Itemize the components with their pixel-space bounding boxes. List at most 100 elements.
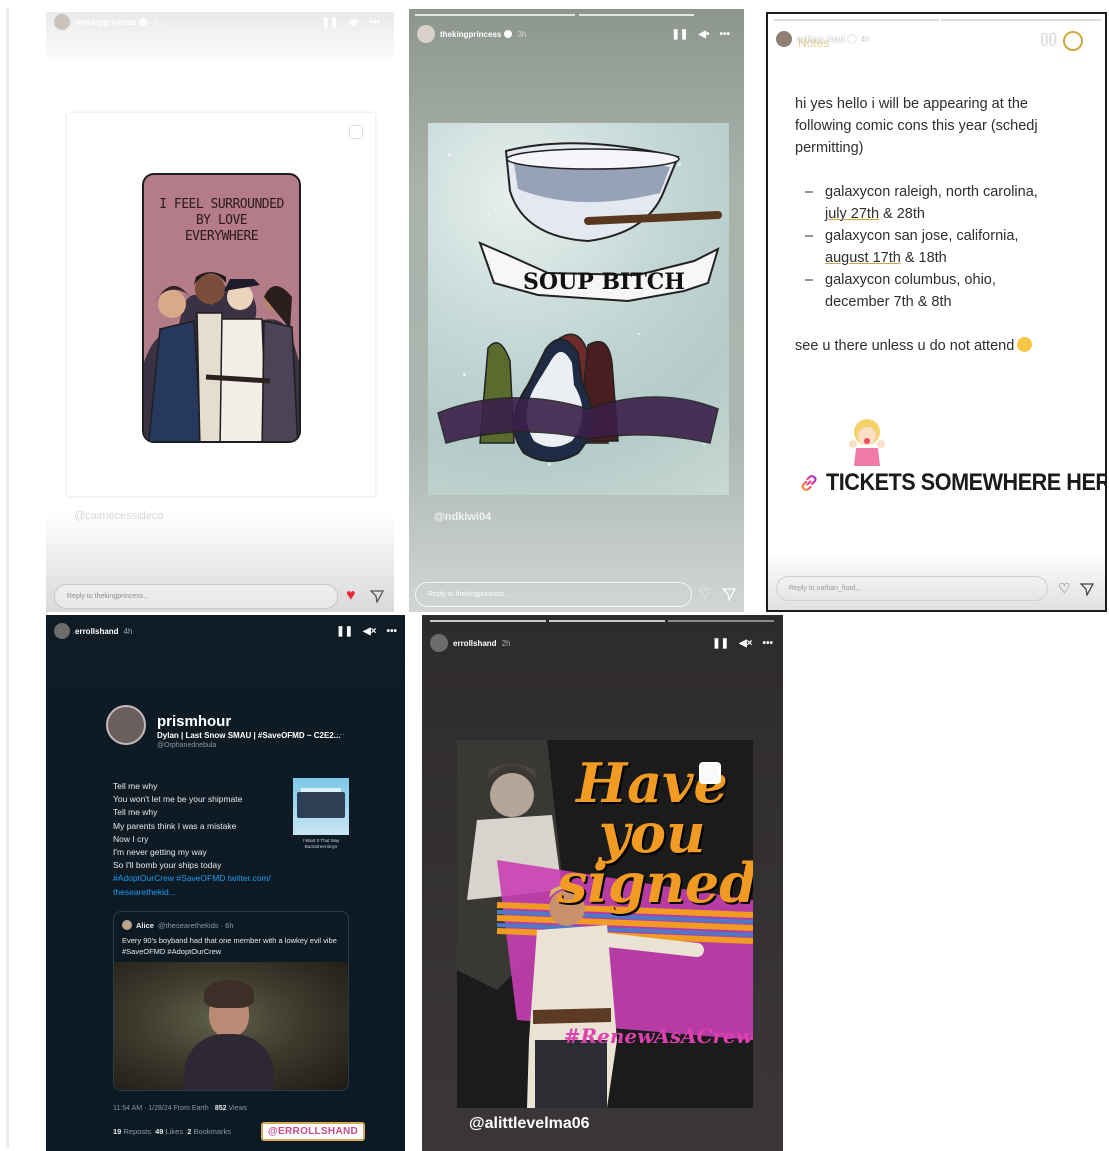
progress-segment-1 bbox=[774, 19, 939, 21]
tweet-hashtags: #AdoptOurCrew #SaveOFMD twitter.com/ bbox=[113, 873, 271, 884]
select-checkbox-icon[interactable] bbox=[699, 762, 721, 784]
mute-icon[interactable]: ◀× bbox=[739, 638, 753, 649]
select-checkbox-icon[interactable] bbox=[349, 125, 363, 139]
tweet-link: thesearethekid... bbox=[113, 886, 176, 897]
tweet-display-name: prismhour bbox=[157, 713, 232, 730]
intro-text: hi yes hello i will be appearing at the … bbox=[795, 96, 1038, 156]
reply-input[interactable]: Reply to nathan_foad... bbox=[776, 576, 1048, 601]
soup-bowl-illustration: SOUP BITCH bbox=[437, 142, 722, 462]
story-card-thekingprincess-1[interactable]: thekingprincess 3h ❚❚ ◀• ••• I FEEL SURR… bbox=[46, 12, 394, 612]
volume-icon[interactable]: ◀• bbox=[348, 17, 359, 28]
more-options-icon[interactable]: ••• bbox=[719, 29, 730, 40]
verified-badge-icon bbox=[847, 35, 856, 43]
notes-body: hi yes hello i will be appearing at the … bbox=[795, 93, 1085, 357]
heart-icon[interactable]: ♡ bbox=[699, 586, 712, 600]
list-item: galaxycon san jose, california,august 17… bbox=[795, 225, 1085, 269]
tweet-sub-name: Dylan | Last Snow SMAU | #SaveOFMD ~ C2E… bbox=[157, 731, 341, 740]
username[interactable]: errollshand bbox=[75, 627, 119, 636]
quote-name: Alice bbox=[136, 920, 154, 930]
cartoon-girl-sticker bbox=[849, 419, 885, 466]
link-icon bbox=[801, 475, 817, 491]
story-card-errollshand-2[interactable]: errollshand 2h ❚❚ ◀× ••• Have you signed… bbox=[422, 615, 783, 1151]
tweet-more-icon: ··· bbox=[336, 729, 345, 739]
avatar[interactable] bbox=[54, 14, 70, 30]
quote-text: Every 90's boyband had that one member w… bbox=[122, 936, 337, 956]
avatar[interactable] bbox=[430, 634, 448, 652]
verified-badge-icon bbox=[139, 18, 148, 26]
quote-avatar bbox=[122, 920, 132, 930]
reply-input[interactable]: Reply to thekingprincess... bbox=[54, 584, 338, 609]
post-time: 3h bbox=[152, 17, 162, 27]
more-options-icon[interactable]: ••• bbox=[762, 638, 773, 649]
glitter-background-art: SOUP BITCH bbox=[428, 123, 729, 495]
heart-icon[interactable]: ♡ bbox=[1058, 581, 1071, 595]
send-icon[interactable] bbox=[722, 587, 736, 601]
story-card-errollshand-1[interactable]: errollshand 4h ❚❚ ◀× ••• prismhour Dylan… bbox=[46, 615, 405, 1151]
tweet-timestamp: 11:54 AM · 1/28/24 From Earth · 852 View… bbox=[113, 1105, 247, 1112]
post-time: 4h bbox=[860, 34, 870, 44]
username[interactable]: errollshand bbox=[453, 639, 497, 648]
poster-hashtag: #RenewAsACrew bbox=[563, 1024, 753, 1048]
mute-icon[interactable]: ◀× bbox=[363, 626, 377, 637]
artist-handle: @ndkiwi04 bbox=[434, 511, 492, 523]
artist-handle: @alittlevelma06 bbox=[469, 1115, 590, 1132]
progress-segment-1 bbox=[415, 14, 575, 16]
more-options-icon[interactable]: ••• bbox=[369, 17, 380, 28]
story-card-nathan-foad[interactable]: nathan_foad 4h ❚❚ Notes hi yes hello i w… bbox=[766, 12, 1107, 612]
quoted-tweet: Alice @thesearethekids · 6h Every 90's b… bbox=[113, 911, 349, 1091]
avatar[interactable] bbox=[54, 623, 70, 639]
reply-input[interactable]: Reply to thekingprincess... bbox=[415, 582, 692, 607]
album-caption: I Want It That Way Backstreet Boys bbox=[302, 838, 340, 849]
progress-segment-1 bbox=[430, 620, 546, 622]
love-sticker: I FEEL SURROUNDED BY LOVE EVERYWHERE bbox=[142, 173, 301, 443]
page-left-rule bbox=[6, 8, 9, 1148]
banner-text: SOUP BITCH bbox=[523, 269, 685, 295]
verified-badge-icon bbox=[504, 30, 513, 38]
username[interactable]: thekingprincess bbox=[440, 30, 501, 39]
renew-poster: Have you signed #RenewAsACrew bbox=[457, 740, 753, 1108]
volume-icon[interactable]: ◀• bbox=[698, 29, 709, 40]
pause-icon[interactable]: ❚❚ bbox=[1040, 34, 1057, 45]
pause-icon[interactable]: ❚❚ bbox=[322, 17, 339, 28]
story-header: errollshand 4h ❚❚ ◀× ••• bbox=[46, 619, 405, 643]
more-options-icon[interactable]: ••• bbox=[386, 626, 397, 637]
send-icon[interactable] bbox=[1080, 582, 1094, 596]
avatar[interactable] bbox=[776, 31, 792, 47]
tweet-stats: 19 Reposts 49 Likes 2 Bookmarks bbox=[113, 1127, 232, 1136]
notes-title: Notes bbox=[798, 36, 830, 50]
avatar[interactable] bbox=[417, 25, 435, 43]
heart-icon[interactable]: ♥ bbox=[346, 588, 356, 604]
list-item: galaxycon columbus, ohio,december 7th & … bbox=[795, 269, 1085, 313]
pause-icon[interactable]: ❚❚ bbox=[672, 29, 689, 40]
progress-segment-3 bbox=[668, 620, 774, 622]
pause-icon[interactable]: ❚❚ bbox=[336, 626, 353, 637]
sticker-card: I FEEL SURROUNDED BY LOVE EVERYWHERE bbox=[67, 113, 375, 496]
list-item: galaxycon raleigh, north carolina,july 2… bbox=[795, 181, 1085, 225]
watermark-text: @caimecessideco bbox=[74, 510, 164, 522]
sign-off-text: see u there unless u do not attend bbox=[795, 335, 1085, 357]
mention-sticker[interactable]: @ERROLLSHAND bbox=[261, 1122, 366, 1141]
story-header: errollshand 2h ❚❚ ◀× ••• bbox=[422, 629, 783, 657]
more-options-icon[interactable] bbox=[1063, 31, 1083, 51]
post-time: 2h bbox=[501, 638, 511, 648]
post-time: 4h bbox=[123, 626, 133, 636]
progress-segment-2 bbox=[549, 620, 665, 622]
tweet-handle: @Orphanednebula bbox=[157, 742, 217, 749]
send-icon[interactable] bbox=[370, 589, 384, 603]
album-art bbox=[293, 778, 349, 835]
pause-icon[interactable]: ❚❚ bbox=[712, 638, 729, 649]
username[interactable]: thekingprincess bbox=[75, 18, 136, 27]
story-card-thekingprincess-2[interactable]: thekingprincess 3h ❚❚ ◀• ••• SOUP BITCH bbox=[409, 9, 744, 612]
story-header: thekingprincess 3h ❚❚ ◀• ••• bbox=[409, 19, 744, 49]
post-time: 3h bbox=[517, 29, 527, 39]
link-sticker[interactable]: TICKETS SOMEWHERE HERE bbox=[800, 469, 1107, 497]
tweet-avatar bbox=[106, 705, 146, 745]
quote-image bbox=[114, 962, 348, 1090]
progress-segment-2 bbox=[579, 14, 694, 16]
link-label: TICKETS SOMEWHERE HERE bbox=[826, 469, 1107, 496]
winking-kiss-emoji-icon bbox=[1017, 337, 1033, 352]
tweet-text: Tell me why You won't let me be your shi… bbox=[113, 780, 271, 899]
sticker-text: I FEEL SURROUNDED BY LOVE EVERYWHERE bbox=[159, 197, 284, 244]
progress-segment-2 bbox=[941, 19, 1101, 21]
con-list: galaxycon raleigh, north carolina,july 2… bbox=[795, 181, 1085, 313]
